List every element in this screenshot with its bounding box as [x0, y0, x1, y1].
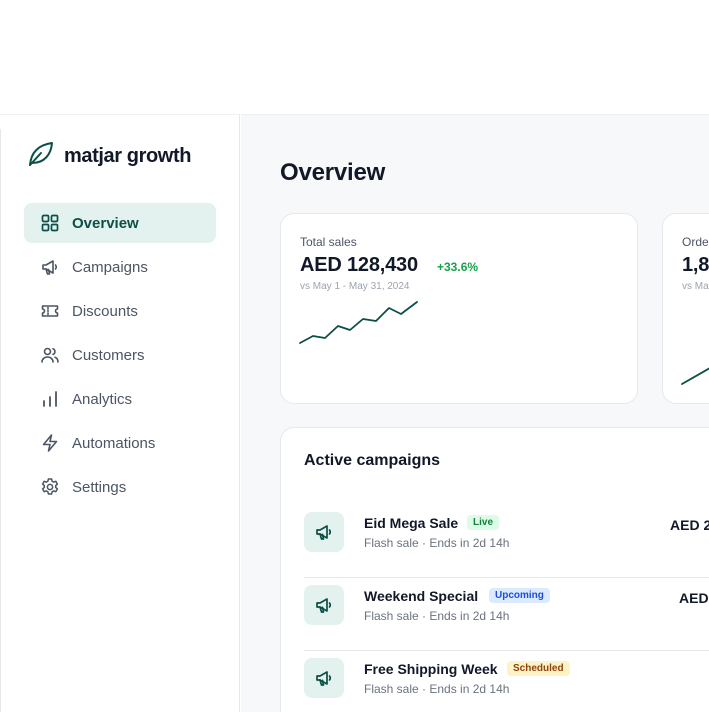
- sidebar-item-settings[interactable]: Settings: [24, 467, 216, 507]
- stat-period: vs Ma: [682, 281, 709, 292]
- stat-label: Total sales: [300, 235, 357, 249]
- campaign-amount: AED 2: [670, 517, 709, 533]
- campaign-amount: AED: [679, 590, 709, 606]
- bar-chart-icon: [40, 389, 60, 409]
- sidebar-item-label: Discounts: [72, 302, 138, 320]
- sidebar-item-label: Overview: [72, 214, 139, 232]
- stat-value: AED 128,430: [300, 254, 418, 276]
- sidebar-item-discounts[interactable]: Discounts: [24, 291, 216, 331]
- lightning-icon: [40, 433, 60, 453]
- campaign-name: Weekend Special: [364, 588, 479, 604]
- sidebar-item-campaigns[interactable]: Campaigns: [24, 247, 216, 287]
- main-content: Overview Total sales AED 128,430 +33.6% …: [241, 114, 709, 712]
- sidebar-item-overview[interactable]: Overview: [24, 203, 216, 243]
- megaphone-icon: [40, 257, 60, 277]
- stat-delta: +33.6%: [437, 260, 479, 274]
- brand-name: matjar growth: [64, 145, 192, 167]
- campaign-row[interactable]: Weekend Special Upcoming Flash sale · En…: [304, 579, 709, 651]
- users-icon: [40, 345, 60, 365]
- sidebar-item-customers[interactable]: Customers: [24, 335, 216, 375]
- campaign-meta: Flash sale · Ends in 2d 14h: [364, 682, 510, 696]
- sidebar-item-automations[interactable]: Automations: [24, 423, 216, 463]
- stat-period: vs May 1 - May 31, 2024: [300, 281, 410, 292]
- campaign-row[interactable]: Free Shipping Week Scheduled Flash sale …: [304, 652, 709, 712]
- grid-icon: [40, 213, 60, 233]
- page-title: Overview: [280, 159, 386, 186]
- sidebar-item-label: Campaigns: [72, 258, 148, 276]
- gear-icon: [40, 477, 60, 497]
- sidebar-item-analytics[interactable]: Analytics: [24, 379, 216, 419]
- sparkline: [681, 367, 709, 385]
- campaign-row[interactable]: Eid Mega Sale Live Flash sale · Ends in …: [304, 506, 709, 578]
- sidebar: matjar growth Overview Campaigns Discoun…: [0, 114, 240, 712]
- sidebar-item-label: Customers: [72, 346, 145, 364]
- megaphone-icon: [304, 585, 344, 625]
- stat-value: 1,8: [682, 254, 709, 276]
- sidebar-item-label: Settings: [72, 478, 127, 496]
- brand[interactable]: matjar growth: [25, 139, 191, 174]
- megaphone-icon: [304, 512, 344, 552]
- status-badge: Upcoming: [489, 588, 550, 603]
- sidebar-item-label: Analytics: [72, 390, 133, 408]
- campaign-name: Eid Mega Sale: [364, 515, 459, 531]
- app-shell: matjar growth Overview Campaigns Discoun…: [0, 114, 709, 712]
- status-badge: Scheduled: [507, 661, 570, 676]
- leaf-icon: [25, 139, 55, 174]
- campaign-meta: Flash sale · Ends in 2d 14h: [364, 609, 510, 623]
- sparkline: [299, 301, 418, 344]
- stat-card-total-sales[interactable]: Total sales AED 128,430 +33.6% vs May 1 …: [280, 213, 638, 404]
- megaphone-icon: [304, 658, 344, 698]
- campaign-meta: Flash sale · Ends in 2d 14h: [364, 536, 510, 550]
- campaign-name: Free Shipping Week: [364, 661, 498, 677]
- status-badge: Live: [467, 515, 500, 530]
- stat-label: Orde: [682, 235, 709, 249]
- section-title: Active campaigns: [304, 452, 441, 469]
- sidebar-nav: Overview Campaigns Discounts Customers A…: [24, 203, 216, 511]
- ticket-icon: [40, 301, 60, 321]
- sidebar-item-label: Automations: [72, 434, 156, 452]
- stat-card-orders[interactable]: Orde 1,8 vs Ma: [662, 213, 709, 404]
- active-campaigns-card: Active campaigns Eid Mega Sale Live Flas…: [280, 427, 709, 712]
